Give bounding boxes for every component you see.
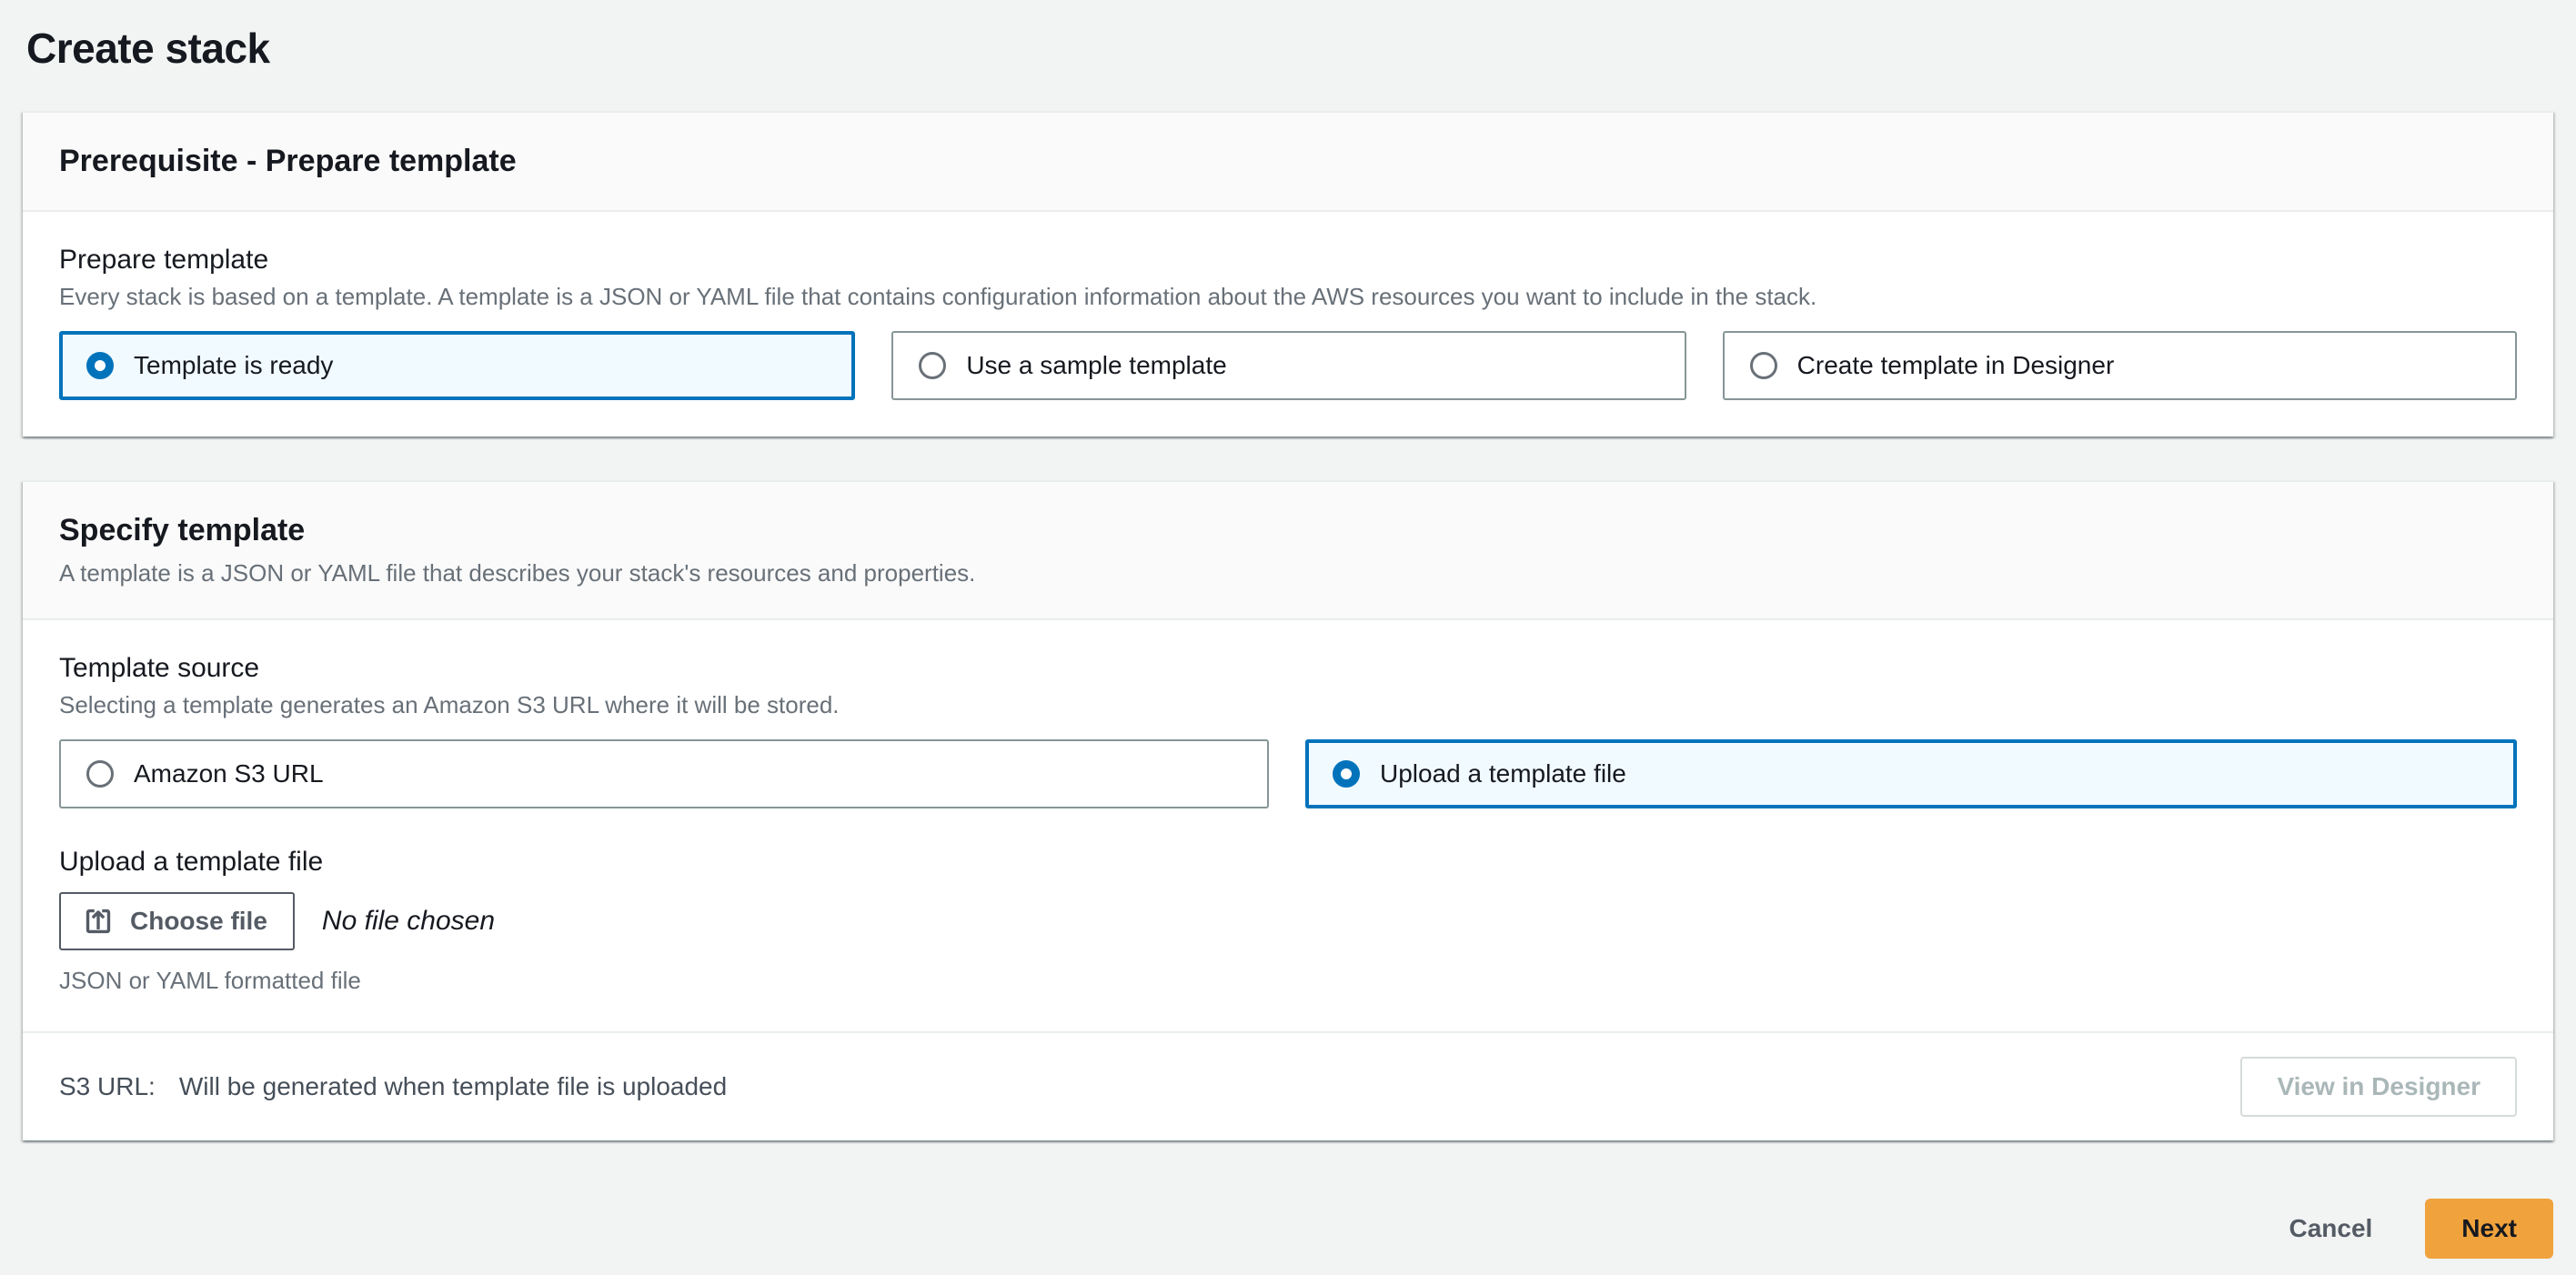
next-button[interactable]: Next [2425,1199,2553,1259]
option-use-sample-template[interactable]: Use a sample template [891,331,1686,400]
radio-unselected-icon [86,760,114,788]
prepare-template-options: Template is ready Use a sample template … [59,331,2517,400]
s3-url-row: S3 URL: Will be generated when template … [59,1072,727,1101]
specify-template-card-header: Specify template A template is a JSON or… [23,482,2553,620]
prerequisite-card-header: Prerequisite - Prepare template [23,113,2553,212]
no-file-chosen-text: No file chosen [321,906,496,936]
option-template-is-ready[interactable]: Template is ready [59,331,856,400]
choose-file-button[interactable]: Choose file [59,892,295,950]
specify-template-card-description: A template is a JSON or YAML file that d… [59,559,976,587]
upload-template-file-label: Upload a template file [59,847,324,877]
choose-file-button-label: Choose file [130,907,267,935]
option-use-sample-template-label: Use a sample template [966,351,1227,379]
upload-icon [83,906,114,937]
option-amazon-s3-url-label: Amazon S3 URL [134,759,324,788]
radio-selected-icon [86,352,114,379]
specify-template-card-footer: S3 URL: Will be generated when template … [23,1031,2553,1140]
prepare-template-description: Every stack is based on a template. A te… [59,283,1817,310]
prerequisite-card-body: Prepare template Every stack is based on… [23,212,2553,437]
s3-url-value: Will be generated when template file is … [178,1072,728,1100]
option-create-template-designer-label: Create template in Designer [1796,351,2115,379]
option-template-is-ready-label: Template is ready [134,351,334,379]
prepare-template-label: Prepare template [59,245,269,275]
template-source-label: Template source [59,653,260,683]
option-upload-template-file-label: Upload a template file [1380,759,1626,788]
radio-unselected-icon [1749,352,1777,379]
prerequisite-card-title: Prerequisite - Prepare template [59,144,517,178]
cancel-button[interactable]: Cancel [2289,1214,2372,1243]
file-format-hint: JSON or YAML formatted file [59,967,361,994]
template-source-description: Selecting a template generates an Amazon… [59,691,840,718]
specify-template-card-body: Template source Selecting a template gen… [23,620,2553,1031]
option-upload-template-file[interactable]: Upload a template file [1305,739,2517,808]
wizard-actions: Cancel Next [23,1184,2553,1259]
radio-selected-icon [1333,760,1360,788]
option-amazon-s3-url[interactable]: Amazon S3 URL [59,739,1269,808]
template-source-options: Amazon S3 URL Upload a template file [59,739,2517,808]
create-stack-page: Create stack Prerequisite - Prepare temp… [0,0,2576,1259]
specify-template-card-title: Specify template [59,513,306,547]
view-in-designer-button[interactable]: View in Designer [2240,1057,2517,1117]
choose-file-row: Choose file No file chosen [59,892,2517,950]
specify-template-card: Specify template A template is a JSON or… [23,480,2553,1140]
radio-unselected-icon [919,352,947,379]
page-title: Create stack [26,25,270,72]
option-create-template-designer[interactable]: Create template in Designer [1722,331,2517,400]
s3-url-label: S3 URL: [59,1072,156,1100]
prerequisite-card: Prerequisite - Prepare template Prepare … [23,111,2553,437]
